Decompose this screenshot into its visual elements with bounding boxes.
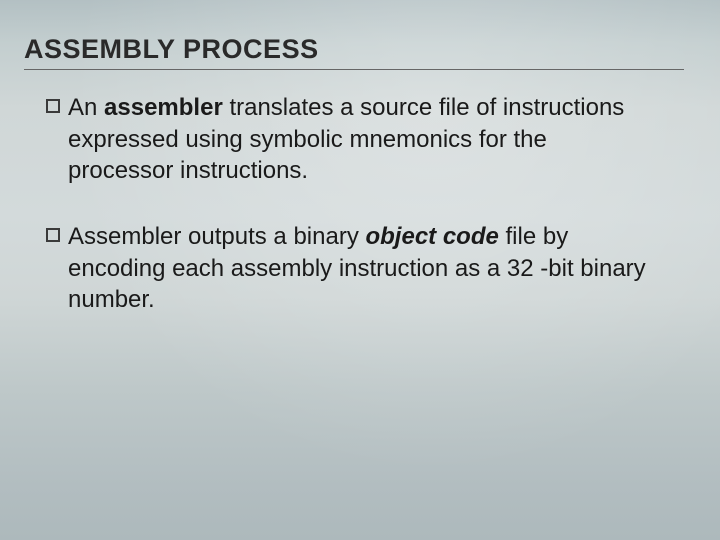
bullet-prefix: Assembler outputs a binary: [68, 223, 365, 250]
slide: ASSEMBLY PROCESS An assembler translates…: [0, 0, 720, 540]
bullet-emphasis: object code: [365, 223, 498, 250]
bullet-prefix: An: [68, 94, 104, 121]
bullet-text: An assembler translates a source file of…: [68, 92, 654, 187]
bullet-item: Assembler outputs a binary object code f…: [46, 221, 654, 316]
bullet-item: An assembler translates a source file of…: [46, 92, 654, 187]
bullet-marker-icon: [46, 228, 60, 242]
bullet-emphasis: assembler: [104, 94, 223, 121]
bullet-marker-icon: [46, 99, 60, 113]
slide-title: ASSEMBLY PROCESS: [24, 34, 684, 67]
bullet-text: Assembler outputs a binary object code f…: [68, 221, 654, 316]
slide-body: An assembler translates a source file of…: [24, 70, 684, 316]
